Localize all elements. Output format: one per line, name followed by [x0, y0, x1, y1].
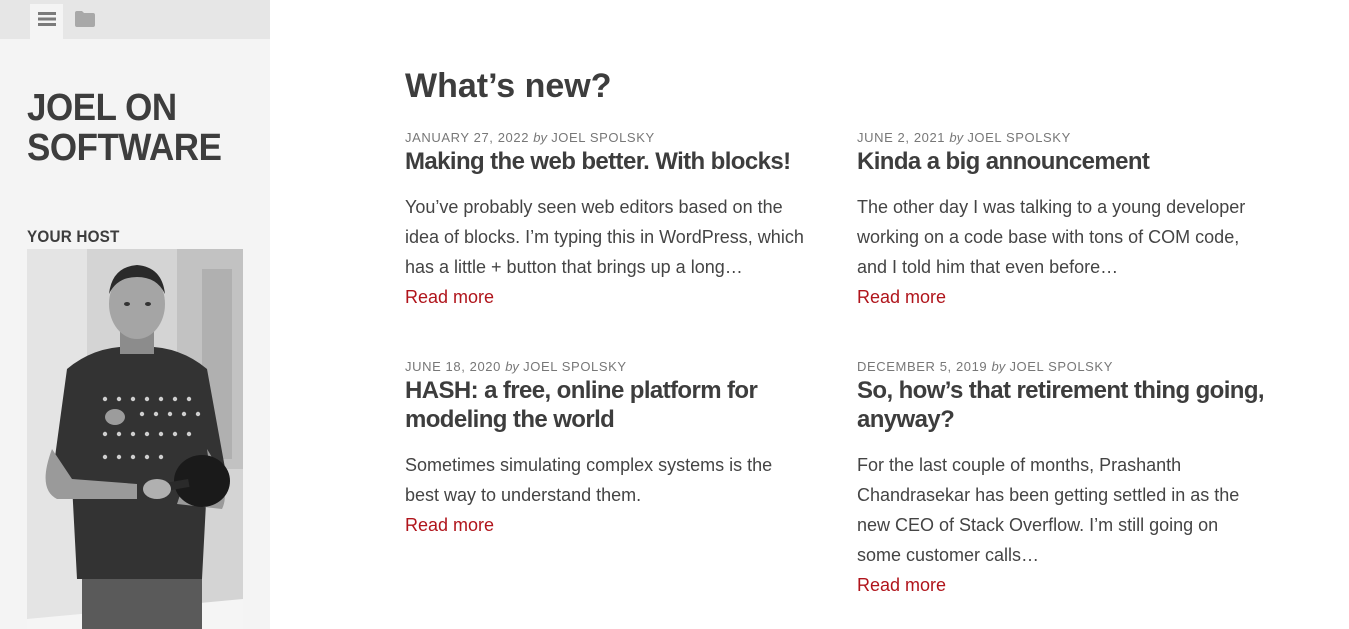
post-by: by [949, 130, 964, 145]
host-photo [27, 249, 243, 629]
post-title[interactable]: Kinda a big announcement [857, 147, 1272, 176]
post-author[interactable]: JOEL SPOLSKY [967, 130, 1071, 145]
post-meta: JUNE 2, 2021 by JOEL SPOLSKY [857, 130, 1272, 146]
post-meta: DECEMBER 5, 2019 by JOEL SPOLSKY [857, 359, 1267, 375]
post-by: by [505, 359, 519, 374]
menu-icon [37, 11, 56, 32]
post-title[interactable]: HASH: a free, online platform for modeli… [405, 376, 765, 434]
post-card: JANUARY 27, 2022 by JOEL SPOLSKY Making … [405, 130, 820, 312]
main-content: What’s new? JANUARY 27, 2022 by JOEL SPO… [405, 60, 1285, 595]
read-more-link[interactable]: Read more [405, 510, 765, 540]
post-title[interactable]: So, how’s that retirement thing going, a… [857, 376, 1267, 434]
post-date[interactable]: DECEMBER 5, 2019 [857, 359, 987, 374]
post-excerpt: Sometimes simulating complex systems is … [405, 455, 773, 505]
tab-folder[interactable] [68, 4, 101, 39]
post-date[interactable]: JANUARY 27, 2022 [405, 130, 529, 145]
post-excerpt: The other day I was talking to a young d… [857, 197, 1246, 277]
site-title[interactable]: JOEL ON SOFTWARE [27, 88, 239, 168]
sidebar: JOEL ON SOFTWARE YOUR HOST [0, 0, 270, 629]
post-by: by [991, 359, 1006, 374]
post-meta: JUNE 18, 2020 by JOEL SPOLSKY [405, 359, 765, 375]
read-more-link[interactable]: Read more [405, 282, 820, 312]
post-author[interactable]: JOEL SPOLSKY [551, 130, 655, 145]
site-title-line2: SOFTWARE [27, 127, 222, 169]
post-card: JUNE 2, 2021 by JOEL SPOLSKY Kinda a big… [857, 130, 1272, 312]
page-title: What’s new? [405, 67, 612, 105]
sidebar-tabs [0, 0, 270, 39]
post-date[interactable]: JUNE 2, 2021 [857, 130, 945, 145]
tab-menu[interactable] [30, 4, 63, 39]
read-more-link[interactable]: Read more [857, 282, 1272, 312]
post-card: DECEMBER 5, 2019 by JOEL SPOLSKY So, how… [857, 359, 1267, 600]
post-date[interactable]: JUNE 18, 2020 [405, 359, 501, 374]
post-excerpt: For the last couple of months, Prashanth… [857, 455, 1240, 565]
site-title-line1: JOEL ON [27, 87, 177, 129]
post-by: by [533, 130, 547, 145]
folder-icon [74, 11, 95, 32]
read-more-link[interactable]: Read more [857, 570, 1267, 600]
post-excerpt: You’ve probably seen web editors based o… [405, 197, 804, 277]
post-author[interactable]: JOEL SPOLSKY [523, 359, 627, 374]
post-author[interactable]: JOEL SPOLSKY [1009, 359, 1113, 374]
post-meta: JANUARY 27, 2022 by JOEL SPOLSKY [405, 130, 820, 146]
host-heading: YOUR HOST [27, 227, 120, 246]
post-card: JUNE 18, 2020 by JOEL SPOLSKY HASH: a fr… [405, 359, 772, 540]
post-title[interactable]: Making the web better. With blocks! [405, 147, 820, 176]
